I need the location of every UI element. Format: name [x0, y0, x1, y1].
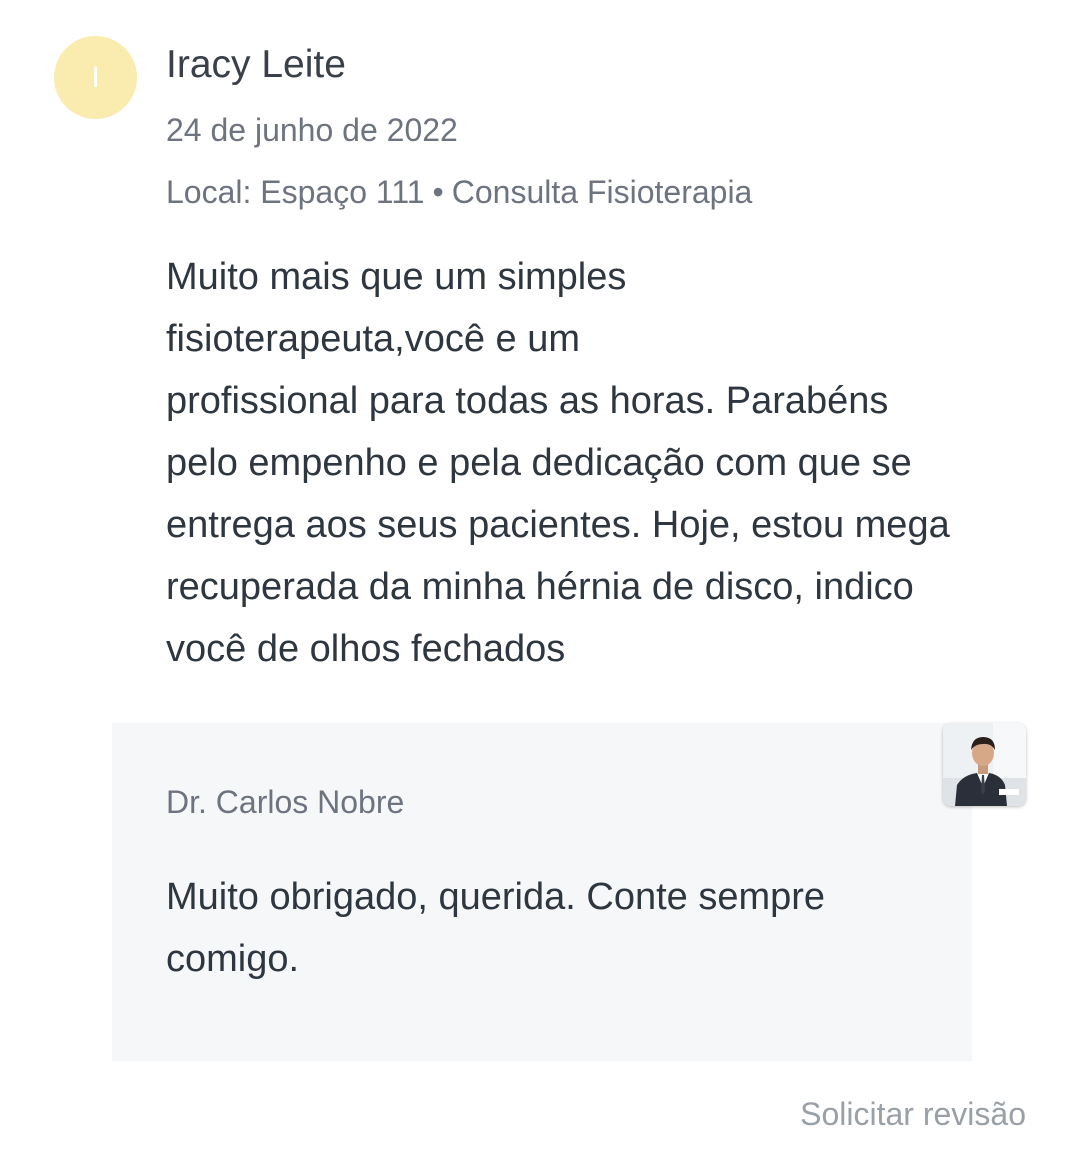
- review-text-line: você de olhos fechados: [166, 628, 566, 670]
- review-date: 24 de junho de 2022: [166, 112, 458, 148]
- review-card: I Iracy Leite 24 de junho de 2022 Local:…: [0, 0, 1080, 1159]
- review-text-line: fisioterapeuta,você e um: [166, 318, 581, 360]
- review-meta: Local: Espaço 111 • Consulta Fisioterapia: [166, 170, 752, 214]
- review-text-line: Muito mais que um simples: [166, 256, 627, 298]
- doctor-photo-icon: [943, 723, 1026, 806]
- meta-separator: •: [432, 174, 444, 210]
- reply-text-line: comigo.: [166, 938, 300, 980]
- review-text-line: pelo empenho e pela dedicação com que se: [166, 442, 912, 484]
- reply-author: Dr. Carlos Nobre: [166, 784, 405, 820]
- avatar-initial: I: [91, 61, 100, 94]
- review-text-line: entrega aos seus pacientes. Hoje, estou …: [166, 504, 950, 546]
- reply-text-line: Muito obrigado, querida. Conte sempre: [166, 876, 826, 918]
- review-text-line: recuperada da minha hérnia de disco, ind…: [166, 566, 914, 608]
- reviewer-avatar: I: [54, 36, 137, 119]
- review-text-line: profissional para todas as horas. Parabé…: [166, 380, 889, 422]
- request-review-link[interactable]: Solicitar revisão: [800, 1092, 1026, 1136]
- reply-body: Muito obrigado, querida. Conte sempre co…: [166, 866, 946, 990]
- review-body: Muito mais que um simples fisioterapeuta…: [166, 246, 1036, 680]
- reviewer-name: Iracy Leite: [166, 43, 346, 86]
- review-service: Consulta Fisioterapia: [451, 174, 753, 210]
- doctor-photo-illustration: [943, 723, 1026, 806]
- review-location: Local: Espaço 111: [166, 174, 425, 210]
